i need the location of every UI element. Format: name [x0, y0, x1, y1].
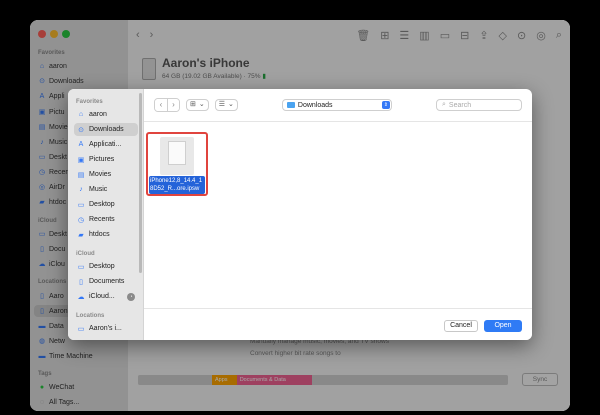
open-dialog: Favorites ⌂ aaron ⊙ Downloads A Applicati..… [68, 89, 532, 340]
dialog-sidebar: Favorites ⌂ aaron ⊙ Downloads A Applicati..… [68, 89, 144, 340]
open-button[interactable]: Open [484, 320, 522, 332]
desktop-icon: ▭ [77, 263, 85, 271]
sidebar-item-label: Music [89, 186, 108, 193]
sidebar-item-icloud-drive[interactable]: ☁ iCloud... ◔ [74, 290, 138, 303]
file-name: iPhone12,8_14.4_18D52_R...ore.ipsw [149, 176, 205, 194]
sidebar-item-label: Movies [89, 171, 112, 178]
sidebar-item-label: Aaron's i... [89, 325, 122, 332]
back-button[interactable]: ‹ [155, 99, 167, 111]
sidebar-item-desktop[interactable]: ▭ Desktop [74, 198, 138, 211]
sidebar-item-icloud-desktop[interactable]: ▭ Desktop [74, 260, 138, 273]
desktop-icon: ▭ [77, 201, 85, 209]
search-icon: ⌕ [442, 101, 446, 108]
cancel-button[interactable]: Cancel [444, 320, 478, 332]
sidebar-item-music[interactable]: ♪ Music [74, 183, 138, 196]
location-label: Downloads [297, 101, 333, 109]
cloud-icon: ☁ [77, 293, 85, 301]
sidebar-item-label: Downloads [89, 126, 124, 133]
music-icon: ♪ [79, 186, 83, 193]
sidebar-item-pictures[interactable]: ▣ Pictures [74, 153, 138, 166]
document-icon [160, 137, 194, 175]
sidebar-item-label: Pictures [89, 156, 115, 163]
forward-button[interactable]: › [167, 99, 179, 111]
icon-view-icon: ⊞ [190, 101, 196, 108]
download-icon: ⊙ [78, 126, 84, 134]
sidebar-item-label: Recents [89, 216, 115, 223]
group-button[interactable]: ☰ ⌄ [214, 99, 238, 111]
sidebar-item-label: htdocs [89, 231, 110, 238]
sidebar-item-label: Documents [89, 278, 125, 285]
progress-icon: ◔ [127, 292, 135, 301]
desktop: Favorites ⌂ aaron ⊙ Downloads A Appli ▣ Pict… [0, 0, 600, 415]
sidebar-item-mac[interactable]: ▭ Aaron's i... [74, 322, 138, 335]
sidebar-item-label: aaron [89, 111, 107, 118]
nav-buttons: ‹ › [154, 98, 180, 112]
dialog-locations-header: Locations [76, 313, 105, 319]
search-placeholder: Search [448, 101, 472, 109]
view-mode-button[interactable]: ⊞ ⌄ [186, 99, 209, 111]
pictures-icon: ▣ [77, 156, 85, 164]
sidebar-item-applications[interactable]: A Applicati... [74, 138, 138, 151]
clock-icon: ◷ [77, 216, 85, 224]
file-item[interactable]: iPhone12,8_14.4_18D52_R...ore.ipsw [146, 132, 208, 196]
group-icon: ☰ [218, 101, 226, 108]
sidebar-item-label: Desktop [89, 263, 115, 270]
location-popup[interactable]: Downloads ⇕ [281, 99, 392, 111]
applications-icon: A [78, 141, 84, 148]
sidebar-item-documents[interactable]: ▯ Documents [74, 275, 138, 288]
folder-icon [286, 102, 295, 108]
dialog-toolbar: ‹ › ⊞ ⌄ ☰ ⌄ Downloads ⇕ ⌕ Search [144, 89, 532, 121]
sidebar-item-label: Desktop [89, 201, 115, 208]
folder-icon: ▰ [78, 231, 84, 239]
sidebar-item-label: iCloud... [89, 293, 115, 300]
sidebar-item-htdocs[interactable]: ▰ htdocs [74, 228, 138, 241]
laptop-icon: ▭ [77, 325, 85, 333]
dialog-icloud-header: iCloud [76, 251, 95, 257]
document-icon: ▯ [79, 278, 83, 286]
sidebar-item-downloads[interactable]: ⊙ Downloads [74, 123, 138, 136]
sidebar-scrollbar[interactable] [139, 93, 142, 273]
home-icon: ⌂ [78, 111, 84, 118]
sidebar-item-label: Applicati... [89, 141, 122, 148]
updown-chevron-icon: ⇕ [381, 101, 390, 109]
sidebar-item-recents[interactable]: ◷ Recents [74, 213, 138, 226]
sidebar-item-aaron[interactable]: ⌂ aaron [74, 108, 138, 121]
file-browser: iPhone12,8_14.4_18D52_R...ore.ipsw [144, 121, 532, 308]
dialog-footer: Cancel Open [144, 308, 532, 340]
dialog-favorites-header: Favorites [76, 99, 103, 105]
search-field[interactable]: ⌕ Search [436, 99, 522, 111]
sidebar-item-movies[interactable]: ▤ Movies [74, 168, 138, 181]
page-shape [168, 141, 186, 165]
chevron-down-icon: ⌄ [198, 101, 205, 108]
movies-icon: ▤ [77, 171, 85, 179]
chevron-down-icon: ⌄ [228, 101, 234, 108]
